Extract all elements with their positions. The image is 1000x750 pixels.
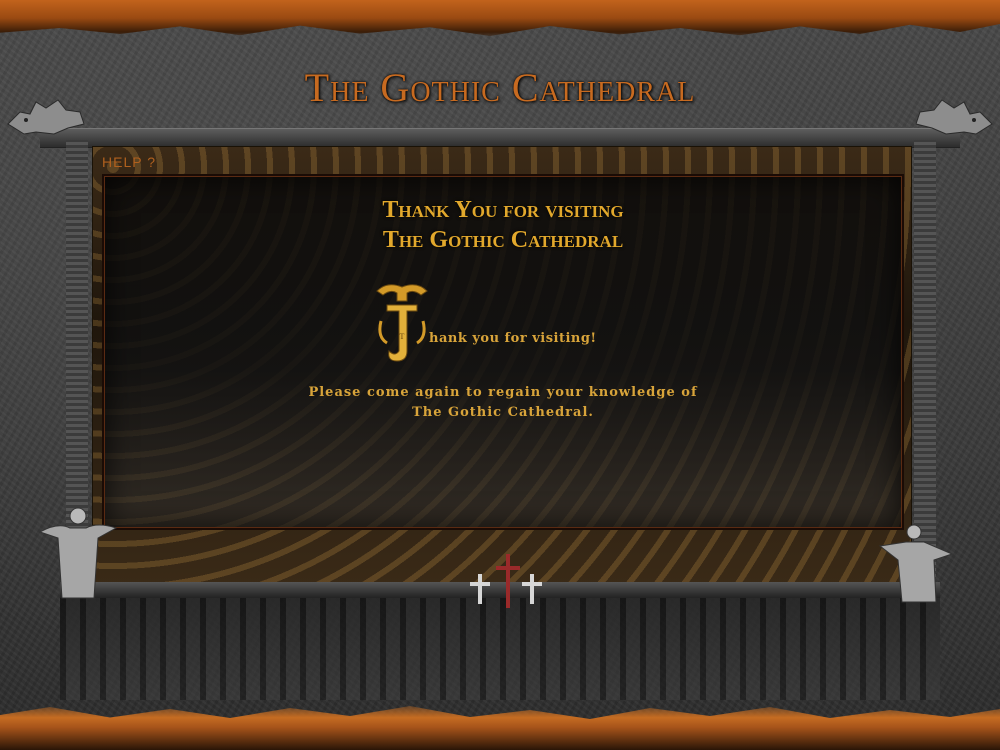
heading-line-2: The Gothic Cathedral [382,227,624,253]
message-line-2: The Gothic Cathedral. [412,405,594,420]
torn-border-top [0,0,1000,36]
statue-left-icon [38,507,118,599]
help-button[interactable]: HELP ? [102,154,156,170]
gargoyle-right-icon [915,99,993,135]
frame-rail-right [914,140,936,580]
dropcap-t-icon: T [376,284,428,362]
gargoyle-left-icon [7,99,85,135]
message-line-1: Please come again to regain your knowled… [308,385,698,400]
frame-rail-top [40,128,960,148]
cross-icon [470,554,542,608]
farewell-message: Please come again to regain your knowled… [105,383,901,423]
dropcap-letter: T [400,332,405,341]
heading-line-1: Thank You for visiting [382,197,624,223]
game-screen: The Gothic Cathedral HELP ? Thank You fo… [0,0,1000,750]
game-title: The Gothic Cathedral [304,65,696,110]
dropcap-text: hank you for visiting! [429,331,597,346]
statue-right-icon [878,524,954,603]
panel-heading: Thank You for visiting The Gothic Cathed… [105,195,901,255]
torn-border-bottom [0,706,1000,750]
message-panel: Thank You for visiting The Gothic Cathed… [104,176,902,528]
